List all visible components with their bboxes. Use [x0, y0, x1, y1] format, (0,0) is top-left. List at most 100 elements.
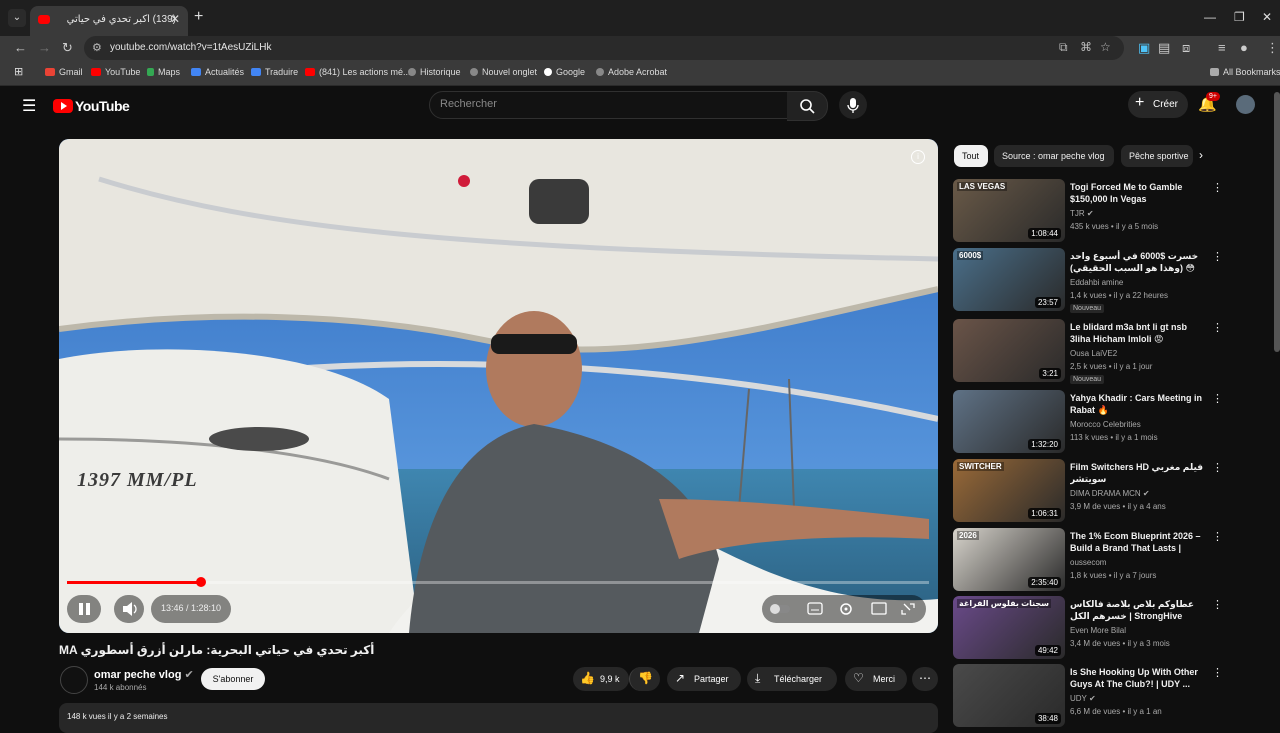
volume-button[interactable] [114, 595, 144, 623]
recommendation-title[interactable]: Togi Forced Me to Gamble $150,000 In Veg… [1070, 181, 1205, 205]
recommendation-channel[interactable]: UDY ✔ [1070, 694, 1096, 703]
video-thumbnail[interactable]: 1:32:20 [953, 390, 1065, 453]
more-vertical-icon[interactable]: ⋮ [1212, 321, 1223, 334]
recommendation-item[interactable]: سجنات بفلوس الفراغة 49:42 عطاوكم بلاص بلاص… [953, 596, 1223, 662]
recommendation-title[interactable]: خسرت $6000 في أسبوع واحد 😳 (وهذا هو السب… [1070, 250, 1205, 274]
cast-icon[interactable]: ⧉ [1059, 40, 1068, 55]
recommendation-channel[interactable]: oussecom [1070, 558, 1106, 567]
recommendation-item[interactable]: 6000$ 23:57 خسرت $6000 في أسبوع واحد 😳 (وه… [953, 248, 1223, 314]
recommendation-item[interactable]: SWITCHER 1:06:31 Film Switchers HD فيلم مغ… [953, 459, 1223, 525]
search-input[interactable]: Rechercher [429, 91, 788, 119]
more-vertical-icon[interactable]: ⋮ [1212, 461, 1223, 474]
extension-icon-2[interactable]: ▤ [1158, 40, 1170, 56]
dislike-button[interactable]: 👎 [629, 667, 660, 691]
more-vertical-icon[interactable]: ⋮ [1212, 392, 1223, 405]
recommendation-channel[interactable]: DIMA DRAMA MCN ✔ [1070, 489, 1150, 498]
recommendation-channel[interactable]: Morocco Celebrities [1070, 420, 1141, 429]
video-thumbnail[interactable]: 3:21 [953, 319, 1065, 382]
recommendation-title[interactable]: Film Switchers HD فيلم مغربي سويتشر [1070, 461, 1205, 485]
forward-icon[interactable]: → [38, 40, 51, 55]
theater-mode-icon[interactable] [871, 602, 887, 615]
more-vertical-icon[interactable]: ⋮ [1212, 598, 1223, 611]
like-button[interactable]: 👍 9,9 k [573, 667, 629, 691]
video-thumbnail[interactable]: 38:48 [953, 664, 1065, 727]
bookmark-google[interactable]: Google [544, 67, 585, 77]
profile-icon[interactable]: ● [1240, 40, 1248, 55]
back-icon[interactable]: ← [14, 40, 27, 55]
all-bookmarks[interactable]: All Bookmarks [1210, 67, 1280, 77]
new-tab-icon[interactable]: + [194, 8, 203, 26]
description-box[interactable]: 148 k vues il y a 2 semaines [59, 703, 938, 733]
recommendation-item[interactable]: 1:32:20 Yahya Khadir : Cars Meeting in Ra… [953, 390, 1223, 456]
youtube-logo[interactable]: YouTube [53, 97, 130, 115]
maximize-icon[interactable]: ❐ [1234, 10, 1245, 24]
account-avatar[interactable] [1236, 95, 1255, 114]
settings-gear-icon[interactable] [840, 603, 852, 615]
recommendation-title[interactable]: عطاوكم بلاص بلاصة فالكاس خسرهم الكل | St… [1070, 598, 1205, 622]
search-button[interactable] [787, 91, 828, 121]
recommendation-channel[interactable]: Even More Bilal [1070, 626, 1126, 635]
close-window-icon[interactable]: ✕ [1262, 10, 1272, 24]
recommendation-title[interactable]: Le blidard m3a bnt li gt nsb 3liha Hicha… [1070, 321, 1205, 345]
extension-icon[interactable]: ▣ [1138, 40, 1150, 56]
video-thumbnail[interactable]: SWITCHER 1:06:31 [953, 459, 1065, 522]
create-button[interactable]: + Créer [1128, 91, 1188, 118]
video-thumbnail[interactable]: 6000$ 23:57 [953, 248, 1065, 311]
voice-search-button[interactable] [839, 91, 867, 119]
bookmark-youtube-actions[interactable]: (841) Les actions mé... [305, 67, 411, 77]
bookmark-historique[interactable]: Historique [408, 67, 461, 77]
recommendation-channel[interactable]: Eddahbi amine [1070, 278, 1123, 287]
recommendation-channel[interactable]: TJR ✔ [1070, 209, 1094, 218]
recommendation-item[interactable]: 2026 2:35:40 The 1% Ecom Blueprint 2026 – … [953, 528, 1223, 594]
menu-hamburger-icon[interactable]: ☰ [22, 96, 36, 116]
minimize-icon[interactable]: — [1204, 10, 1216, 24]
more-vertical-icon[interactable]: ⋮ [1212, 530, 1223, 543]
tab-close-icon[interactable]: ✕ [170, 12, 180, 26]
recommendation-item[interactable]: LAS VEGAS 1:08:44 Togi Forced Me to Gamble… [953, 179, 1223, 245]
chip-peche-sportive[interactable]: Pêche sportive [1121, 145, 1193, 167]
browser-menu-icon[interactable]: ⋮ [1266, 40, 1279, 56]
video-thumbnail[interactable]: LAS VEGAS 1:08:44 [953, 179, 1065, 242]
progress-bar[interactable] [67, 577, 929, 587]
recommendation-channel[interactable]: Ousa LaiVE2 [1070, 349, 1117, 358]
chip-all[interactable]: Tout [954, 145, 988, 167]
subscribe-button[interactable]: S'abonner [201, 668, 265, 690]
bookmark-nouvel-onglet[interactable]: Nouvel onglet [470, 67, 537, 77]
channel-avatar[interactable] [60, 666, 88, 694]
apps-grid-icon[interactable]: ⊞ [14, 65, 23, 78]
info-icon[interactable]: i [911, 150, 925, 164]
share-button[interactable]: ↗ Partager [667, 667, 741, 691]
recommendation-item[interactable]: 3:21 Le blidard m3a bnt li gt nsb 3liha H… [953, 319, 1223, 385]
tab-search-icon[interactable]: ⌄ [8, 9, 26, 27]
bookmark-star-icon[interactable]: ☆ [1100, 40, 1111, 54]
channel-name[interactable]: omar peche vlog ✔ [94, 668, 194, 681]
bookmark-traduire[interactable]: Traduire [251, 67, 298, 77]
browser-tab[interactable]: (139) أكبر تحدي في حياتي ✕ [30, 6, 188, 36]
chevron-right-icon[interactable]: › [1199, 148, 1203, 162]
video-player[interactable]: 1397 MM/PL i 13:46 / 1:28:10 [59, 139, 938, 633]
scrollbar[interactable] [1274, 92, 1280, 352]
recommendation-title[interactable]: Yahya Khadir : Cars Meeting in Rabat 🔥 [1070, 392, 1205, 416]
site-info-icon[interactable]: ⚙ [92, 41, 102, 54]
more-vertical-icon[interactable]: ⋮ [1212, 666, 1223, 679]
chip-source-channel[interactable]: Source : omar peche vlog [994, 145, 1114, 167]
bookmark-maps[interactable]: Maps [147, 67, 180, 77]
reload-icon[interactable]: ↻ [62, 40, 73, 56]
extensions-puzzle-icon[interactable]: ⧈ [1182, 40, 1190, 56]
media-icon[interactable]: ≡ [1218, 40, 1226, 55]
more-vertical-icon[interactable]: ⋮ [1212, 181, 1223, 194]
more-vertical-icon[interactable]: ⋮ [1212, 250, 1223, 263]
thanks-button[interactable]: ♡ Merci [845, 667, 907, 691]
bookmark-youtube[interactable]: YouTube [91, 67, 140, 77]
video-thumbnail[interactable]: 2026 2:35:40 [953, 528, 1065, 591]
translate-icon[interactable]: ⌘ [1080, 40, 1092, 54]
bookmark-actualites[interactable]: Actualités [191, 67, 244, 77]
bookmark-gmail[interactable]: Gmail [45, 67, 83, 77]
play-pause-button[interactable] [67, 595, 101, 623]
bookmark-adobe-acrobat[interactable]: Adobe Acrobat [596, 67, 667, 77]
fullscreen-icon[interactable] [901, 603, 915, 615]
address-bar[interactable]: ⚙ youtube.com/watch?v=1tAesUZiLHk ⧉ ⌘ ☆ [84, 36, 1124, 60]
autoplay-toggle[interactable] [770, 604, 790, 614]
recommendation-title[interactable]: The 1% Ecom Blueprint 2026 – Build a Bra… [1070, 530, 1205, 554]
subtitles-icon[interactable] [807, 602, 823, 615]
